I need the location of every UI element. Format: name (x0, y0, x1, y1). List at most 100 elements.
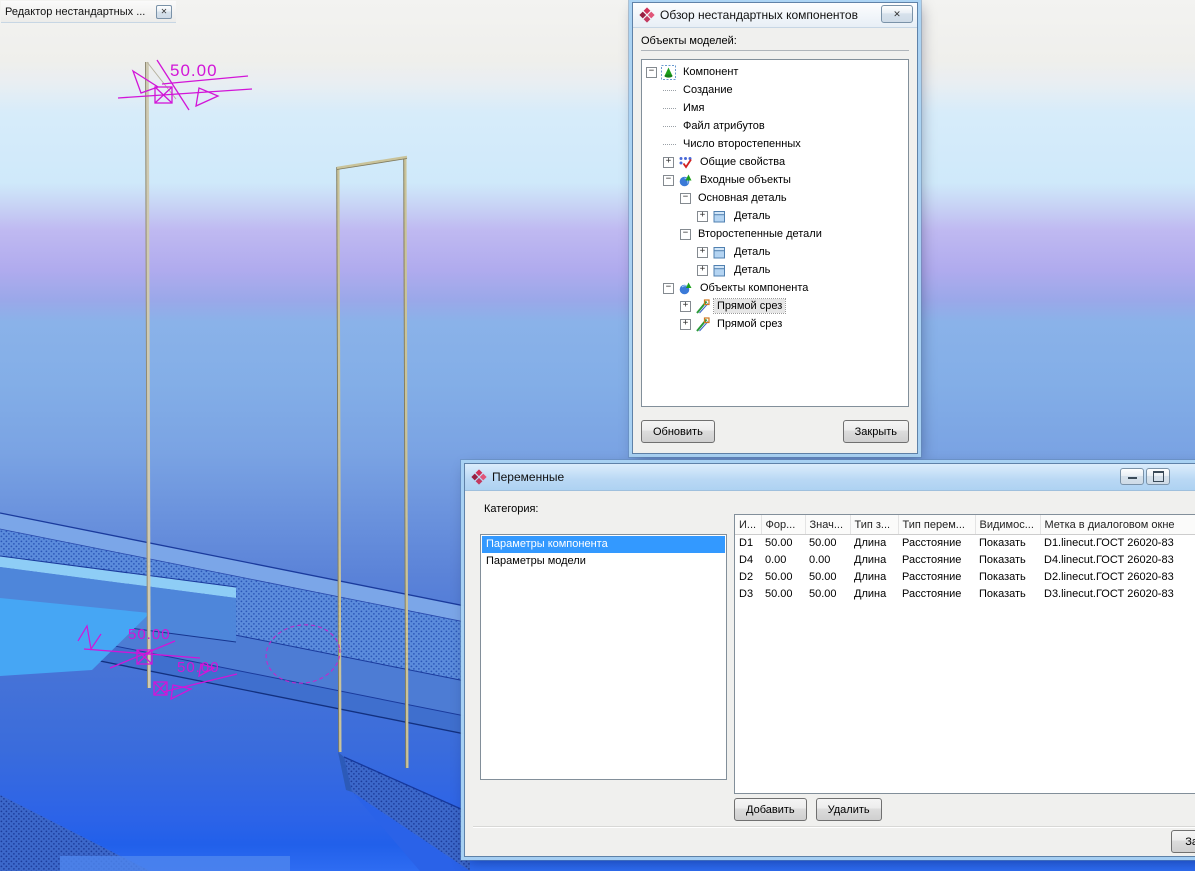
tree-expander[interactable]: − (646, 67, 657, 78)
table-cell: D3.linecut.ГОСТ 26020-83 (1040, 586, 1195, 603)
delete-variable-button[interactable]: Удалить (816, 798, 882, 821)
variables-window: Переменные Категория: Параметры компонен… (464, 463, 1195, 857)
table-cell: 0.00 (805, 552, 850, 569)
table-cell: D1.linecut.ГОСТ 26020-83 (1040, 535, 1195, 553)
tree-expander[interactable]: − (680, 193, 691, 204)
browser-titlebar[interactable]: Обзор нестандартных компонентов (633, 3, 917, 28)
tree-item-label: Прямой срез (714, 299, 785, 313)
tree-item[interactable]: + Общие свойства (642, 153, 908, 171)
tree-expander[interactable]: + (697, 265, 708, 276)
category-item[interactable]: Параметры компонента (482, 536, 725, 553)
close-icon: ✕ (893, 9, 901, 20)
tree-item[interactable]: + Деталь (642, 207, 908, 225)
category-listbox[interactable]: Параметры компонентаПараметры модели (480, 534, 727, 780)
close-dialog-button[interactable]: Закрыть (843, 420, 909, 443)
tree-item[interactable]: −Второстепенные детали (642, 225, 908, 243)
tree-expander[interactable]: + (697, 247, 708, 258)
tree-item[interactable]: +Прямой срез (642, 315, 908, 333)
table-cell: D4.linecut.ГОСТ 26020-83 (1040, 552, 1195, 569)
tree-item-label: Второстепенные детали (695, 227, 825, 241)
column-header[interactable]: Видимос... (975, 515, 1040, 535)
tree-item-label: Деталь (731, 209, 773, 223)
tree-item-label: Компонент (680, 65, 741, 79)
tree-item-label: Создание (680, 83, 736, 97)
tree-connector (663, 89, 676, 91)
column-header[interactable]: Метка в диалоговом окне (1040, 515, 1195, 535)
table-cell: 50.00 (761, 535, 805, 553)
table-cell: Длина (850, 569, 898, 586)
tree-expander[interactable]: + (680, 301, 691, 312)
tree-expander[interactable]: + (663, 157, 674, 168)
properties-icon (678, 155, 693, 170)
tree-item[interactable]: −Объекты компонента (642, 279, 908, 297)
divider (473, 826, 1195, 828)
tree-expander[interactable]: + (697, 211, 708, 222)
add-variable-button[interactable]: Добавить (734, 798, 807, 821)
divider (641, 50, 909, 51)
table-cell: D1 (735, 535, 761, 553)
column-header[interactable]: Знач... (805, 515, 850, 535)
editor-titlebar[interactable]: Редактор нестандартных ... ✕ (1, 1, 176, 23)
table-cell: Длина (850, 586, 898, 603)
part-icon (712, 263, 727, 278)
editor-title: Редактор нестандартных ... (5, 6, 153, 18)
component-objects-icon (678, 281, 693, 296)
minimize-button[interactable] (1120, 468, 1144, 485)
close-icon: ✕ (161, 7, 168, 16)
close-button[interactable]: ✕ (156, 5, 172, 19)
tree-item-label: Деталь (731, 245, 773, 259)
table-cell: 50.00 (805, 586, 850, 603)
column-header[interactable]: Тип з... (850, 515, 898, 535)
variables-table[interactable]: И...Фор...Знач...Тип з...Тип перем...Вид… (735, 515, 1195, 603)
maximize-icon (1153, 471, 1164, 482)
tree-item[interactable]: +Деталь (642, 261, 908, 279)
table-header-row: И...Фор...Знач...Тип з...Тип перем...Вид… (735, 515, 1195, 535)
table-cell: 0.00 (761, 552, 805, 569)
column-header[interactable]: Тип перем... (898, 515, 975, 535)
update-button[interactable]: Обновить (641, 420, 715, 443)
minimize-icon (1128, 474, 1137, 479)
tree-item[interactable]: − Компонент (642, 63, 908, 81)
tree-item[interactable]: −Входные объекты (642, 171, 908, 189)
table-cell: Расстояние (898, 535, 975, 553)
tree-expander[interactable]: − (680, 229, 691, 240)
linecut-icon (695, 317, 710, 332)
tree-item[interactable]: −Основная деталь (642, 189, 908, 207)
table-cell: 50.00 (761, 586, 805, 603)
tree-item-label: Общие свойства (697, 155, 788, 169)
table-row[interactable]: D250.0050.00ДлинаРасстояниеПоказатьD2.li… (735, 569, 1195, 586)
close-dialog-button[interactable]: Зак (1171, 830, 1195, 853)
column-header[interactable]: Фор... (761, 515, 805, 535)
tree-item[interactable]: Создание (642, 81, 908, 99)
table-cell: D3 (735, 586, 761, 603)
part-icon (712, 209, 727, 224)
tree-item-label: Файл атрибутов (680, 119, 768, 133)
tree-item[interactable]: + Деталь (642, 243, 908, 261)
tree-expander[interactable]: − (663, 175, 674, 186)
table-row[interactable]: D150.0050.00ДлинаРасстояниеПоказатьD1.li… (735, 535, 1195, 553)
tree-expander[interactable]: + (680, 319, 691, 330)
table-cell: Показать (975, 552, 1040, 569)
tree-item[interactable]: Имя (642, 99, 908, 117)
tekla-icon (639, 7, 655, 23)
tree-item[interactable]: + Прямой срез (642, 297, 908, 315)
table-cell: Расстояние (898, 569, 975, 586)
column-header[interactable]: И... (735, 515, 761, 535)
variables-table-container: И...Фор...Знач...Тип з...Тип перем...Вид… (734, 514, 1195, 794)
tree-expander[interactable]: − (663, 283, 674, 294)
model-objects-tree[interactable]: − Компонент Создание Имя Файл атрибутов Число… (641, 59, 909, 407)
corner-channel[interactable] (338, 752, 470, 871)
table-cell: Длина (850, 552, 898, 569)
table-cell: D2.linecut.ГОСТ 26020-83 (1040, 569, 1195, 586)
maximize-button[interactable] (1146, 468, 1170, 485)
browser-title: Обзор нестандартных компонентов (660, 8, 858, 22)
category-item[interactable]: Параметры модели (482, 553, 725, 570)
close-button[interactable]: ✕ (881, 5, 913, 23)
table-row[interactable]: D40.000.00ДлинаРасстояниеПоказатьD4.line… (735, 552, 1195, 569)
tree-item[interactable]: Файл атрибутов (642, 117, 908, 135)
component-browser-window: Обзор нестандартных компонентов ✕ Объект… (632, 2, 918, 454)
input-objects-icon (678, 173, 693, 188)
variables-titlebar[interactable]: Переменные (465, 464, 1195, 491)
table-row[interactable]: D350.0050.00ДлинаРасстояниеПоказатьD3.li… (735, 586, 1195, 603)
tree-item[interactable]: Число второстепенных (642, 135, 908, 153)
